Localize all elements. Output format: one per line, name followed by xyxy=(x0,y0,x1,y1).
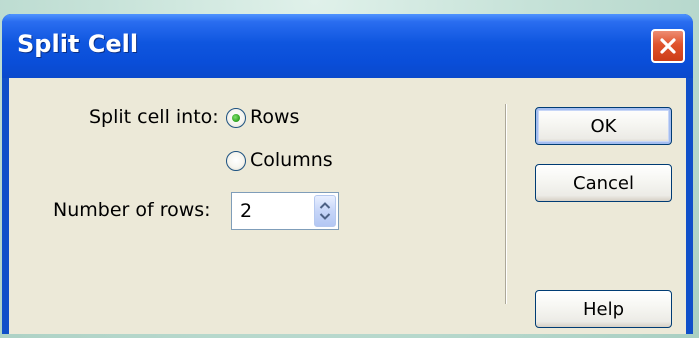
number-of-rows-label: Number of rows: xyxy=(53,199,211,221)
split-cell-into-label: Split cell into: xyxy=(89,106,219,128)
dialog-title: Split Cell xyxy=(17,30,139,58)
number-of-rows-input[interactable]: 2 xyxy=(240,200,252,222)
spin-buttons[interactable] xyxy=(314,195,336,227)
split-cell-dialog: Split Cell Split cell into: Rows Columns… xyxy=(2,14,693,334)
radio-rows-label[interactable]: Rows xyxy=(250,106,299,128)
close-icon xyxy=(660,38,676,54)
title-bar[interactable]: Split Cell xyxy=(2,14,693,78)
spin-up-down-icon xyxy=(319,202,331,220)
help-button[interactable]: Help xyxy=(535,290,672,328)
cancel-button[interactable]: Cancel xyxy=(535,164,672,202)
radio-columns[interactable] xyxy=(226,151,246,171)
radio-selected-dot xyxy=(232,114,240,122)
ok-button[interactable]: OK xyxy=(535,107,672,145)
close-button[interactable] xyxy=(651,29,685,63)
vertical-divider xyxy=(505,104,507,304)
dialog-body: Split cell into: Rows Columns Number of … xyxy=(9,78,686,334)
radio-columns-label[interactable]: Columns xyxy=(250,149,333,171)
number-of-rows-stepper[interactable]: 2 xyxy=(231,192,339,230)
radio-rows[interactable] xyxy=(226,108,246,128)
